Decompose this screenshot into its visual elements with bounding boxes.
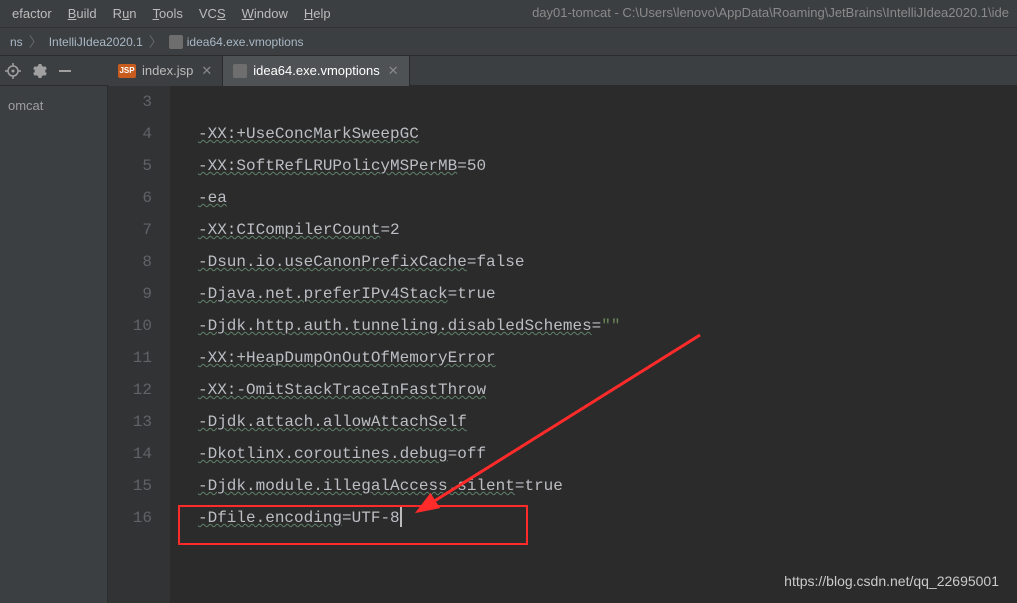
tab-vmoptions[interactable]: idea64.exe.vmoptions ✕ <box>223 56 409 86</box>
code-line[interactable]: -Djava.net.preferIPv4Stack=true <box>170 278 1017 310</box>
toolbar-row: JSP index.jsp ✕ idea64.exe.vmoptions ✕ <box>0 56 1017 86</box>
close-icon[interactable]: ✕ <box>199 63 212 79</box>
breadcrumb-item[interactable]: idea64.exe.vmoptions <box>163 35 310 49</box>
code-line[interactable]: -XX:SoftRefLRUPolicyMSPerMB=50 <box>170 150 1017 182</box>
breadcrumb-sep: 〉 <box>149 32 163 52</box>
line-number: 12 <box>108 374 152 406</box>
line-number: 13 <box>108 406 152 438</box>
menu-item[interactable]: Help <box>296 2 339 25</box>
line-number: 14 <box>108 438 152 470</box>
code-line[interactable]: -XX:+UseConcMarkSweepGC <box>170 118 1017 150</box>
code-line[interactable]: -XX:-OmitStackTraceInFastThrow <box>170 374 1017 406</box>
menu-item[interactable]: Run <box>105 2 145 25</box>
breadcrumb-sep: 〉 <box>29 32 43 52</box>
line-number: 4 <box>108 118 152 150</box>
editor[interactable]: 345678910111213141516 -XX:+UseConcMarkSw… <box>108 86 1017 603</box>
menubar: efactorBuildRunToolsVCSWindowHelp day01-… <box>0 0 1017 28</box>
select-target-icon[interactable] <box>0 63 26 79</box>
file-icon <box>169 35 183 49</box>
code-area[interactable]: -XX:+UseConcMarkSweepGC-XX:SoftRefLRUPol… <box>170 86 1017 603</box>
breadcrumb: ns 〉 IntelliJIdea2020.1 〉 idea64.exe.vmo… <box>0 28 1017 56</box>
code-line[interactable]: -Dfile.encoding=UTF-8 <box>170 502 1017 534</box>
menu-item[interactable]: efactor <box>4 2 60 25</box>
tab-label: idea64.exe.vmoptions <box>253 63 379 78</box>
code-line[interactable]: -XX:+HeapDumpOnOutOfMemoryError <box>170 342 1017 374</box>
code-line[interactable]: -Djdk.http.auth.tunneling.disabledScheme… <box>170 310 1017 342</box>
line-number: 3 <box>108 86 152 118</box>
code-line[interactable]: -Djdk.attach.allowAttachSelf <box>170 406 1017 438</box>
editor-tabs: JSP index.jsp ✕ idea64.exe.vmoptions ✕ <box>108 56 410 86</box>
breadcrumb-item[interactable]: ns <box>4 35 29 49</box>
line-number: 7 <box>108 214 152 246</box>
window-title: day01-tomcat - C:\Users\lenovo\AppData\R… <box>532 5 1009 20</box>
line-number: 8 <box>108 246 152 278</box>
menu-item[interactable]: Build <box>60 2 105 25</box>
line-number: 10 <box>108 310 152 342</box>
close-icon[interactable]: ✕ <box>386 63 399 79</box>
line-number: 11 <box>108 342 152 374</box>
file-icon <box>233 64 247 78</box>
tab-index-jsp[interactable]: JSP index.jsp ✕ <box>108 56 223 86</box>
caret <box>400 507 402 527</box>
gutter: 345678910111213141516 <box>108 86 170 603</box>
minimize-icon[interactable] <box>52 63 78 79</box>
sidebar-item[interactable]: omcat <box>0 94 107 117</box>
code-line[interactable]: -XX:CICompilerCount=2 <box>170 214 1017 246</box>
line-number: 5 <box>108 150 152 182</box>
jsp-icon: JSP <box>118 64 136 78</box>
code-line[interactable]: -Dsun.io.useCanonPrefixCache=false <box>170 246 1017 278</box>
code-line[interactable]: -ea <box>170 182 1017 214</box>
tab-label: index.jsp <box>142 63 193 78</box>
code-line[interactable]: -Dkotlinx.coroutines.debug=off <box>170 438 1017 470</box>
menu-item[interactable]: VCS <box>191 2 234 25</box>
breadcrumb-item[interactable]: IntelliJIdea2020.1 <box>43 35 149 49</box>
watermark: https://blog.csdn.net/qq_22695001 <box>784 573 999 589</box>
line-number: 6 <box>108 182 152 214</box>
line-number: 9 <box>108 278 152 310</box>
menu-item[interactable]: Tools <box>145 2 191 25</box>
menu-item[interactable]: Window <box>234 2 296 25</box>
code-line[interactable]: -Djdk.module.illegalAccess.silent=true <box>170 470 1017 502</box>
gear-icon[interactable] <box>26 63 52 79</box>
line-number: 15 <box>108 470 152 502</box>
code-line[interactable] <box>170 86 1017 118</box>
project-sidebar: omcat <box>0 86 108 603</box>
line-number: 16 <box>108 502 152 534</box>
